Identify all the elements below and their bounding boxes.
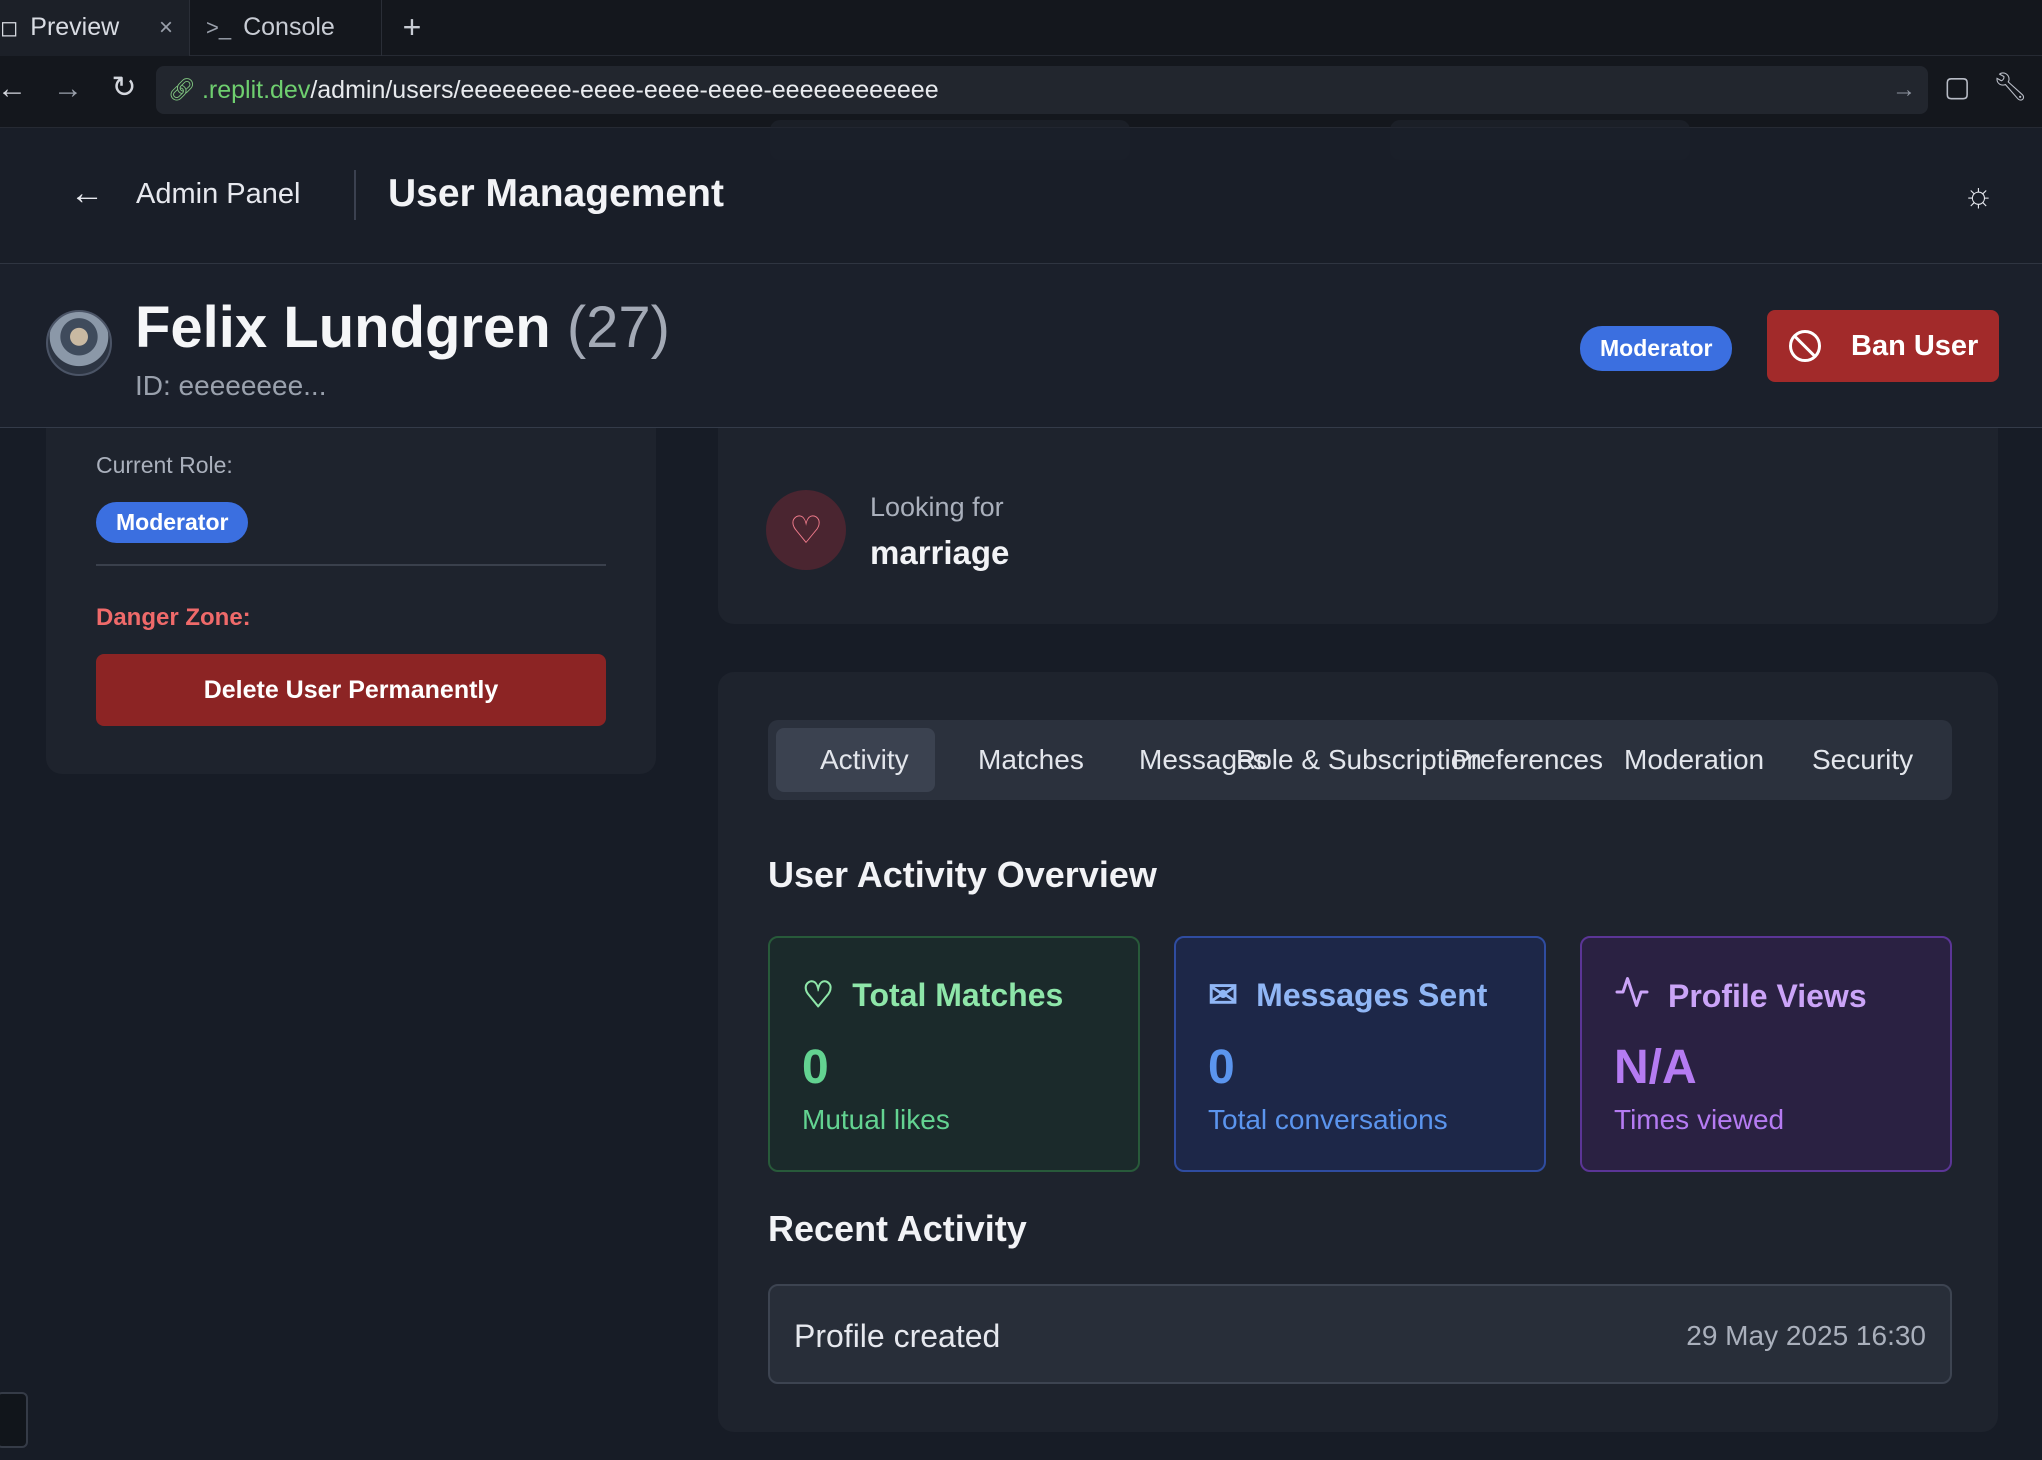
- page-title: User Management: [388, 172, 724, 215]
- user-detail-tabs-card: Activity Matches Messages Role & Subscri…: [718, 672, 1998, 1432]
- floating-widget[interactable]: [0, 1392, 28, 1448]
- stat-value: N/A: [1614, 1041, 1697, 1094]
- role-badge: Moderator: [1580, 326, 1733, 371]
- back-arrow-icon[interactable]: ←: [70, 174, 104, 213]
- go-arrow-icon[interactable]: →: [1892, 76, 1916, 104]
- user-age: (27): [566, 295, 670, 360]
- tab-activity[interactable]: Activity: [776, 728, 935, 792]
- tab-moderation[interactable]: Moderation: [1624, 728, 1764, 792]
- tab-preferences[interactable]: Preferences: [1452, 728, 1603, 792]
- profile-header: Felix Lundgren (27) ID: eeeeeeee... Mode…: [0, 264, 2042, 428]
- monitor-icon: ◻: [0, 14, 19, 40]
- mail-icon: ✉︎: [1208, 974, 1239, 1015]
- role-management-card: Current Role: Moderator Danger Zone: Del…: [46, 428, 656, 774]
- url-host: .replit.dev: [201, 75, 311, 104]
- device-preview-icon[interactable]: ▢: [1944, 70, 1970, 103]
- browser-tab-label: Preview: [30, 13, 120, 41]
- heart-icon: ♡: [766, 490, 846, 570]
- activity-timestamp: 29 May 2025 16:30: [1686, 1320, 1926, 1351]
- messages-sent-card: ✉︎ Messages Sent 0 Total conversations: [1174, 936, 1546, 1172]
- stat-subtitle: Times viewed: [1614, 1104, 1785, 1135]
- activity-overview-title: User Activity Overview: [768, 854, 1157, 895]
- browser-tab-label: Console: [243, 13, 335, 41]
- current-role-badge: Moderator: [96, 502, 249, 543]
- ban-user-button[interactable]: Ban User: [1767, 310, 1999, 382]
- looking-for-label: Looking for: [870, 492, 1004, 522]
- stat-title: Profile Views: [1668, 978, 1867, 1014]
- app-header: ← Admin Panel User Management ☼: [0, 128, 2042, 264]
- current-role-label: Current Role:: [96, 452, 233, 478]
- ban-user-label: Ban User: [1851, 329, 1979, 362]
- tab-security[interactable]: Security: [1812, 728, 1913, 792]
- browser-tabstrip: ◻ Preview × >_ Console +: [0, 0, 2042, 56]
- activity-icon: [1614, 974, 1650, 1019]
- browser-toolbar: ← → ↻ 🔗︎ .replit.dev /admin/users/eeeeee…: [0, 56, 2042, 128]
- tab-list: Activity Matches Messages Role & Subscri…: [768, 720, 1952, 800]
- new-tab-button[interactable]: +: [382, 9, 442, 46]
- heart-icon: ♡: [802, 974, 835, 1015]
- tab-matches[interactable]: Matches: [978, 728, 1084, 792]
- activity-text: Profile created: [794, 1318, 1001, 1354]
- user-name: Felix Lundgren: [135, 295, 551, 360]
- toolbar-right: ▢ 🔧︎: [1944, 70, 2042, 103]
- recent-activity-title: Recent Activity: [768, 1208, 1027, 1249]
- back-arrow-icon[interactable]: ←: [0, 72, 38, 106]
- sun-icon[interactable]: ☼: [1963, 176, 1994, 215]
- forward-arrow-icon[interactable]: →: [42, 72, 94, 106]
- user-id: ID: eeeeeeee...: [135, 370, 327, 401]
- browser-tab-console[interactable]: >_ Console: [190, 0, 382, 56]
- stat-value: 0: [802, 1041, 829, 1094]
- stat-title: Messages Sent: [1256, 976, 1488, 1013]
- ban-icon: [1789, 330, 1821, 362]
- user-name-heading: Felix Lundgren (27): [135, 294, 670, 361]
- stat-value: 0: [1208, 1041, 1235, 1094]
- avatar: [46, 310, 112, 376]
- list-item: Profile created 29 May 2025 16:30: [768, 1284, 1952, 1384]
- link-icon: 🔗︎: [168, 77, 196, 102]
- url-path: /admin/users/eeeeeeee-eeee-eeee-eeee-eee…: [310, 75, 939, 104]
- reload-icon[interactable]: ↻: [98, 70, 150, 105]
- looking-for-value: marriage: [870, 534, 1010, 571]
- browser-tab-preview[interactable]: ◻ Preview ×: [0, 0, 190, 56]
- terminal-icon: >_: [206, 14, 232, 40]
- url-bar[interactable]: 🔗︎ .replit.dev /admin/users/eeeeeeee-eee…: [156, 66, 1928, 114]
- tab-role-subscription[interactable]: Role & Subscription: [1236, 728, 1482, 792]
- stat-subtitle: Mutual likes: [802, 1104, 950, 1135]
- admin-panel-link[interactable]: Admin Panel: [136, 178, 300, 211]
- header-divider: [354, 170, 356, 220]
- profile-details-card: ♡ Looking for marriage: [718, 428, 1998, 624]
- profile-views-card: Profile Views N/A Times viewed: [1580, 936, 1952, 1172]
- delete-user-button[interactable]: Delete User Permanently: [96, 654, 606, 726]
- danger-zone-label: Danger Zone:: [96, 604, 251, 631]
- divider: [96, 564, 606, 566]
- stat-subtitle: Total conversations: [1208, 1104, 1448, 1135]
- close-icon[interactable]: ×: [159, 14, 173, 42]
- total-matches-card: ♡ Total Matches 0 Mutual likes: [768, 936, 1140, 1172]
- wrench-icon[interactable]: 🔧︎: [1992, 70, 2028, 103]
- stat-title: Total Matches: [852, 976, 1064, 1013]
